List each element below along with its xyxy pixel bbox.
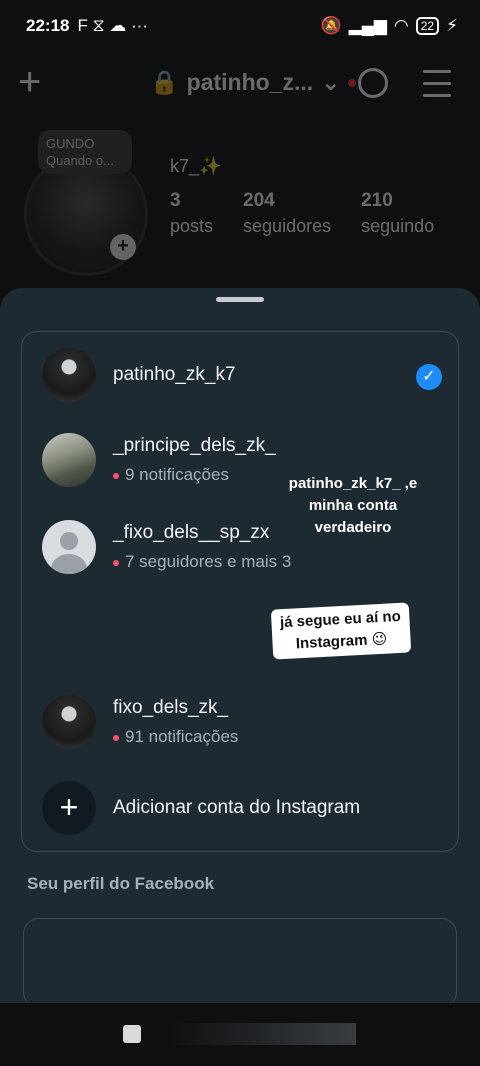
account-subtitle: 91 notificações xyxy=(113,727,238,747)
profile-header-dimmed: + 🔒 patinho_z... ⌄ + GUNDO Quando o... k… xyxy=(0,52,480,302)
notification-icons: F ⧖ ☁ ··· xyxy=(77,16,148,35)
status-bar: 22:18 F ⧖ ☁ ··· 🔕 ▂▄▆ ◠ 22 ⚡ xyxy=(0,0,480,52)
account-subtitle: 7 seguidores e mais 3 xyxy=(113,552,291,572)
stat-following[interactable]: 210 seguindo xyxy=(361,190,434,237)
add-story-icon[interactable]: + xyxy=(110,234,136,260)
avatar xyxy=(42,695,96,749)
account-switcher-sheet: patinho_zk_k7 ✓ _principe_dels_zk_ 9 not… xyxy=(0,288,480,1008)
chevron-down-icon: ⌄ xyxy=(321,69,341,95)
account-subtitle: 9 notificações xyxy=(113,465,229,485)
stat-value: 3 xyxy=(170,190,181,211)
battery-icon: 22 xyxy=(415,17,440,35)
profile-stats: 3 posts 204 seguidores 210 seguindo xyxy=(170,190,434,237)
display-name: k7_✨ xyxy=(170,156,222,176)
status-time: 22:18 xyxy=(26,16,70,35)
text-sticker-2: já segue eu aí no Instagram 😉 xyxy=(270,602,412,660)
notification-dot-icon xyxy=(113,472,119,479)
facebook-profile-card[interactable] xyxy=(23,918,457,1008)
account-item-patinho[interactable]: patinho_zk_k7 ✓ xyxy=(42,348,442,404)
menu-icon[interactable] xyxy=(423,70,451,106)
stat-label: posts xyxy=(170,216,214,236)
notification-dot-icon xyxy=(113,559,119,566)
stat-posts[interactable]: 3 posts xyxy=(170,190,213,237)
signal-icon: ▂▄▆ xyxy=(348,16,387,35)
account-name: fixo_dels_zk_ xyxy=(113,697,229,718)
add-account-button[interactable]: + Adicionar conta do Instagram xyxy=(42,781,442,837)
stat-value: 204 xyxy=(243,190,275,211)
text-sticker-1: patinho_zk_k7_ ,e minha conta verdadeiro xyxy=(288,475,418,536)
avatar xyxy=(42,433,96,487)
create-icon[interactable]: + xyxy=(18,60,41,105)
sheet-drag-handle[interactable] xyxy=(216,297,264,302)
default-avatar-icon xyxy=(42,520,96,574)
add-account-label: Adicionar conta do Instagram xyxy=(113,797,361,818)
stat-followers[interactable]: 204 seguidores xyxy=(243,190,331,237)
checkmark-icon: ✓ xyxy=(416,364,442,390)
account-switcher[interactable]: 🔒 patinho_z... ⌄ xyxy=(150,69,357,96)
mute-icon: 🔕 xyxy=(320,16,342,35)
wifi-icon: ◠ xyxy=(393,16,409,35)
avatar xyxy=(42,348,96,402)
lock-icon: 🔒 xyxy=(150,69,179,95)
account-list: patinho_zk_k7 ✓ _principe_dels_zk_ 9 not… xyxy=(21,331,459,852)
charging-icon: ⚡ xyxy=(446,16,458,35)
facebook-section-label: Seu perfil do Facebook xyxy=(27,874,215,893)
account-name: _fixo_dels__sp_zx xyxy=(113,522,270,543)
stat-label: seguindo xyxy=(361,216,435,236)
note-text: Quando o... xyxy=(46,153,114,168)
stat-label: seguidores xyxy=(243,216,332,236)
profile-note[interactable]: GUNDO Quando o... xyxy=(38,130,132,174)
note-label: GUNDO xyxy=(46,136,95,151)
home-gesture-bar[interactable] xyxy=(168,1023,356,1045)
recents-button-icon[interactable] xyxy=(123,1025,141,1043)
plus-icon: + xyxy=(42,781,96,835)
account-item-fixo-zk[interactable]: fixo_dels_zk_ 91 notificações xyxy=(42,695,442,751)
account-name: _principe_dels_zk_ xyxy=(113,435,276,456)
stat-value: 210 xyxy=(361,190,393,211)
username-title: patinho_z... xyxy=(186,69,314,95)
threads-icon[interactable] xyxy=(358,68,388,98)
notification-dot-icon xyxy=(348,78,357,87)
system-nav-bar xyxy=(0,1003,480,1066)
account-name: patinho_zk_k7 xyxy=(113,364,236,385)
top-bar: + 🔒 patinho_z... ⌄ xyxy=(0,52,480,112)
notification-dot-icon xyxy=(113,734,119,741)
